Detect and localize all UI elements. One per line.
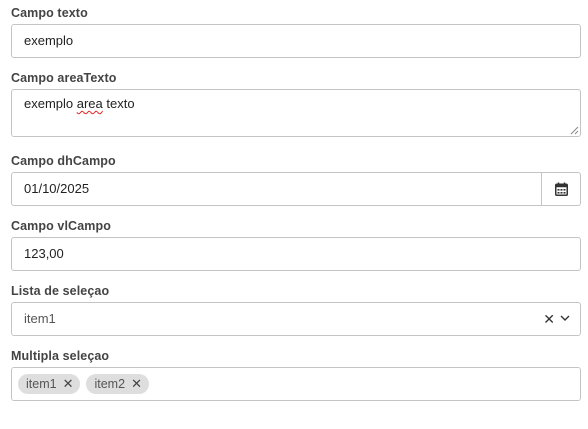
campo-vl-field: Campo vlCampo 123,00 — [11, 219, 581, 271]
lista-selecao-label: Lista de seleçao — [11, 284, 110, 298]
tag-label: item2 — [94, 377, 126, 391]
campo-area-texto-label: Campo areaTexto — [11, 71, 117, 85]
selected-tag: item1 ✕ — [18, 374, 81, 394]
multipla-selecao-select[interactable]: item1 ✕ item2 ✕ — [11, 367, 581, 401]
campo-vl-input[interactable]: 123,00 — [11, 237, 581, 271]
campo-area-texto-field: Campo areaTexto exemplo area texto — [11, 71, 581, 137]
remove-tag-icon[interactable]: ✕ — [131, 374, 142, 394]
selected-tag: item2 ✕ — [86, 374, 149, 394]
campo-dh-input[interactable]: 01/10/2025 — [11, 172, 542, 206]
campo-texto-value: exemplo — [24, 33, 74, 48]
campo-dh-label: Campo dhCampo — [11, 154, 116, 168]
campo-vl-value: 123,00 — [24, 246, 64, 261]
campo-dh-value: 01/10/2025 — [24, 181, 90, 196]
lista-selecao-field: Lista de seleçao item1 ✕ — [11, 284, 581, 336]
textarea-text-start: exemplo — [24, 96, 77, 111]
lista-selecao-selected: item1 — [24, 311, 56, 326]
multipla-selecao-field: Multipla seleçao item1 ✕ item2 ✕ — [11, 349, 581, 401]
campo-texto-input[interactable]: exemplo — [11, 24, 581, 58]
multipla-selecao-label: Multipla seleçao — [11, 349, 110, 363]
campo-vl-label: Campo vlCampo — [11, 219, 111, 233]
remove-tag-icon[interactable]: ✕ — [63, 374, 74, 394]
campo-texto-label: Campo texto — [11, 6, 88, 20]
chevron-down-icon[interactable] — [560, 315, 570, 322]
campo-dh-field: Campo dhCampo 01/10/2025 — [11, 154, 581, 206]
textarea-misspelled-word: area — [76, 96, 103, 111]
clear-icon[interactable]: ✕ — [543, 303, 555, 335]
resize-grip-icon[interactable] — [569, 125, 579, 135]
campo-texto-field: Campo texto exemplo — [11, 6, 581, 58]
campo-area-texto-textarea[interactable]: exemplo area texto — [11, 89, 581, 137]
date-picker-button[interactable] — [542, 172, 581, 206]
calendar-icon — [554, 182, 568, 196]
textarea-text-end: texto — [102, 96, 135, 111]
lista-selecao-select[interactable]: item1 ✕ — [11, 302, 581, 336]
tag-label: item1 — [26, 377, 57, 391]
date-input-group: 01/10/2025 — [11, 172, 581, 206]
